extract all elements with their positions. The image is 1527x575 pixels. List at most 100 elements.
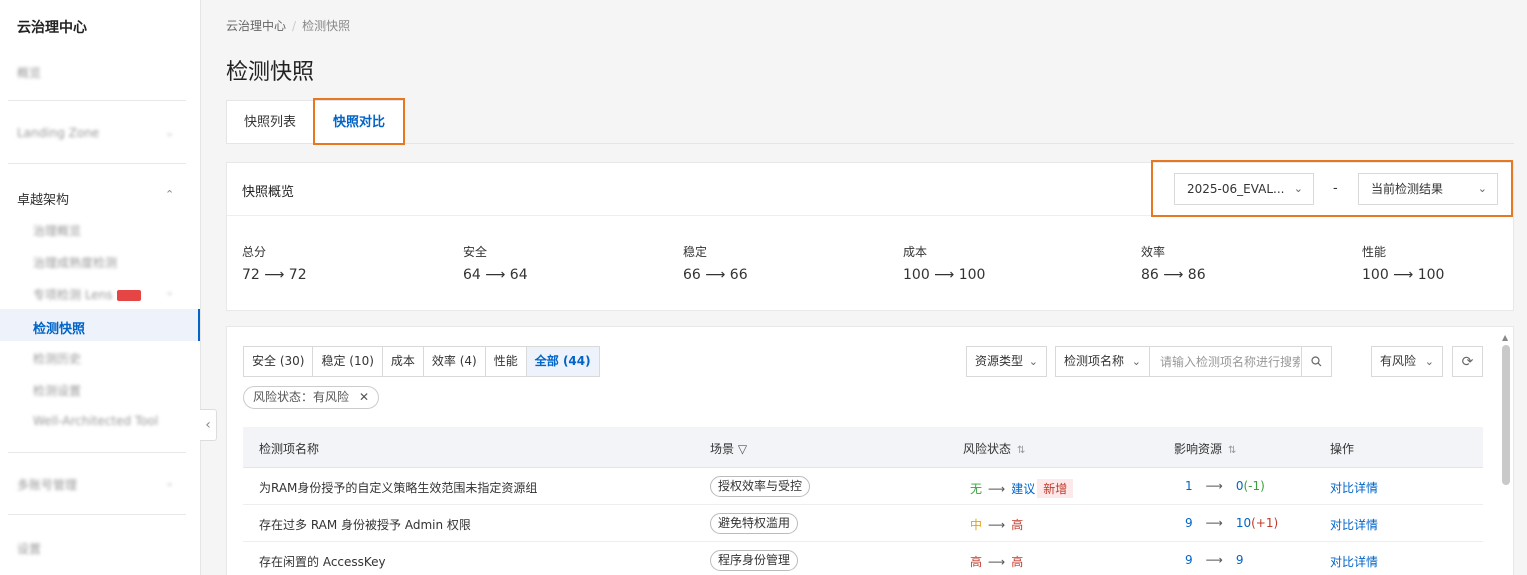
sidebar-divider	[8, 452, 186, 453]
th-action: 操作	[1330, 442, 1355, 456]
chevron-down-icon[interactable]: ⌄	[165, 476, 174, 489]
sidebar-item-label: 专项检测 Lens	[33, 288, 113, 302]
sidebar-item-wa-tool[interactable]: Well-Architected Tool	[33, 414, 158, 428]
tab-snapshot-list[interactable]: 快照列表	[226, 100, 314, 144]
arrow-right-icon: ⟶	[1205, 553, 1223, 567]
segment-security[interactable]: 安全 (30)	[244, 347, 314, 376]
risk-to: 高	[1011, 555, 1024, 569]
th-impact[interactable]: 影响资源 ⇅	[1174, 440, 1236, 457]
scroll-up-icon[interactable]: ▲	[1502, 333, 1508, 342]
close-icon[interactable]: ✕	[359, 390, 369, 404]
sidebar-item-overview[interactable]: 概览	[17, 64, 41, 81]
sidebar-item-settings-check[interactable]: 检测设置	[33, 382, 81, 399]
risk-from: 中	[970, 518, 983, 532]
sidebar-item-maturity-check[interactable]: 治理成熟度检测	[33, 254, 117, 271]
risk-to: 高	[1011, 518, 1024, 532]
sidebar-item-settings[interactable]: 设置	[17, 540, 41, 557]
segment-efficiency[interactable]: 效率 (4)	[424, 347, 486, 376]
risk-change: 中 ⟶ 高	[970, 516, 1023, 533]
metric-security: 安全 64 ⟶ 64	[463, 243, 528, 283]
metric-label: 稳定	[683, 245, 708, 259]
table-row: 存在闲置的 AccessKey 程序身份管理 高 ⟶ 高 9 ⟶ 9 对比详情	[243, 542, 1483, 575]
chevron-up-icon[interactable]: ⌃	[165, 188, 174, 201]
sidebar-collapse-button[interactable]: ‹	[200, 409, 217, 441]
compare-detail-link[interactable]: 对比详情	[1330, 516, 1378, 533]
segment-performance[interactable]: 性能	[486, 347, 527, 376]
resource-type-select[interactable]: 资源类型 ⌄	[966, 346, 1047, 377]
metric-label: 性能	[1362, 245, 1387, 259]
scrollbar[interactable]: ▲	[1501, 333, 1512, 575]
sort-icon[interactable]: ⇅	[1017, 445, 1025, 456]
segment-all[interactable]: 全部 (44)	[526, 347, 599, 376]
metric-stability: 稳定 66 ⟶ 66	[683, 243, 748, 283]
res-to: 9	[1235, 553, 1244, 567]
search-field-select[interactable]: 检测项名称 ⌄	[1055, 346, 1150, 377]
res-to: 10	[1235, 516, 1252, 530]
sidebar-item-landing-zone[interactable]: Landing Zone	[17, 126, 99, 140]
sidebar-item-excellent-architecture[interactable]: 卓越架构	[17, 189, 69, 208]
metric-value: 100 ⟶ 100	[903, 267, 986, 283]
metric-value: 86 ⟶ 86	[1141, 267, 1206, 283]
tabs-underline	[226, 143, 1514, 144]
metric-label: 安全	[463, 245, 488, 259]
chevron-down-icon: ⌄	[1131, 355, 1141, 368]
search-icon[interactable]	[1301, 347, 1331, 376]
impact-change: 9 ⟶ 10(+1)	[1185, 516, 1278, 530]
sidebar-item-snapshot[interactable]: 检测快照	[0, 309, 200, 341]
active-filter-tag: 风险状态：有风险 ✕	[243, 386, 380, 409]
metric-value: 72 ⟶ 72	[242, 267, 307, 283]
sidebar: 云治理中心 概览 Landing Zone ⌄ 卓越架构 ⌃ 治理概览 治理成熟…	[0, 0, 201, 575]
metric-performance: 性能 100 ⟶ 100	[1362, 243, 1444, 283]
scrollbar-thumb[interactable]	[1502, 345, 1510, 485]
res-from: 9	[1185, 553, 1193, 567]
sidebar-item-history[interactable]: 检测历史	[33, 350, 81, 367]
res-from: 9	[1185, 516, 1193, 530]
metric-total: 总分 72 ⟶ 72	[242, 243, 307, 283]
risk-filter-select[interactable]: 有风险 ⌄	[1371, 346, 1443, 377]
breadcrumb-separator: /	[292, 19, 297, 33]
metric-label: 总分	[242, 245, 267, 259]
metric-value: 66 ⟶ 66	[683, 267, 748, 283]
compare-detail-link[interactable]: 对比详情	[1330, 553, 1378, 570]
breadcrumb: 云治理中心 / 检测快照	[226, 17, 350, 34]
chevron-down-icon[interactable]: ⌄	[165, 285, 174, 298]
filter-icon[interactable]: ▽	[738, 442, 747, 456]
search-input[interactable]	[1150, 347, 1300, 376]
compare-detail-link[interactable]: 对比详情	[1330, 479, 1378, 496]
res-from: 1	[1185, 479, 1193, 493]
risk-change: 无 ⟶ 建议 新增	[970, 479, 1074, 498]
metric-value: 100 ⟶ 100	[1362, 267, 1445, 283]
th-label: 影响资源	[1174, 442, 1223, 456]
arrow-right-icon: ⟶	[988, 518, 1006, 532]
th-label: 场景	[710, 442, 735, 456]
impact-change: 9 ⟶ 9	[1185, 553, 1243, 567]
sort-icon[interactable]: ⇅	[1228, 445, 1236, 456]
scene-tag: 授权效率与受控	[710, 476, 811, 497]
th-scene[interactable]: 场景 ▽	[710, 440, 747, 457]
search-box	[1150, 346, 1332, 377]
metric-efficiency: 效率 86 ⟶ 86	[1141, 243, 1206, 283]
card-title: 快照概览	[242, 185, 295, 200]
th-risk[interactable]: 风险状态 ⇅	[963, 440, 1025, 457]
check-name: 存在闲置的 AccessKey	[259, 555, 386, 569]
arrow-right-icon: ⟶	[988, 482, 1006, 496]
res-delta: (-1)	[1243, 479, 1265, 493]
page-title: 检测快照	[226, 60, 315, 85]
chevron-down-icon: ⌄	[1424, 355, 1434, 368]
sidebar-item-lens[interactable]: 专项检测 Lens	[33, 286, 141, 303]
sidebar-item-multi-account[interactable]: 多账号管理	[17, 476, 77, 493]
breadcrumb-current: 检测快照	[302, 19, 351, 33]
table-row: 为RAM身份授予的自定义策略生效范围未指定资源组 授权效率与受控 无 ⟶ 建议 新增 …	[243, 468, 1483, 505]
arrow-right-icon: ⟶	[988, 555, 1006, 569]
breadcrumb-root[interactable]: 云治理中心	[226, 19, 286, 33]
segment-stability[interactable]: 稳定 (10)	[313, 347, 383, 376]
refresh-icon[interactable]: ⟳	[1452, 346, 1483, 377]
sidebar-item-governance-overview[interactable]: 治理概览	[33, 222, 81, 239]
arrow-right-icon: ⟶	[1205, 516, 1223, 530]
segment-cost[interactable]: 成本	[383, 347, 424, 376]
sidebar-divider	[8, 514, 186, 515]
metric-label: 效率	[1141, 245, 1166, 259]
risk-to: 建议	[1011, 482, 1036, 496]
sidebar-item-label: 检测快照	[33, 322, 86, 337]
chevron-down-icon[interactable]: ⌄	[165, 126, 174, 139]
